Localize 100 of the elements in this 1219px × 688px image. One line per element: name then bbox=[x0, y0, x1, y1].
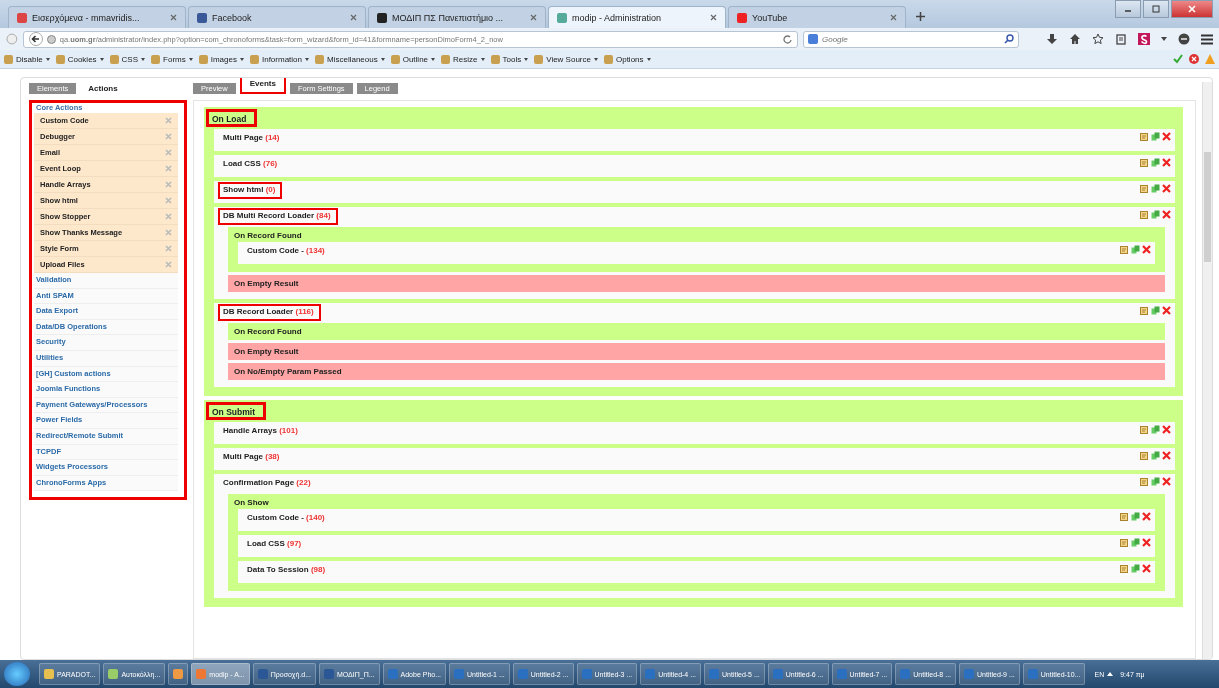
browser-tab[interactable]: ΜΟΔΙΠ ΠΣ Πανεπιστήμιο ... bbox=[368, 6, 546, 28]
action-row[interactable]: Multi Page (14) bbox=[214, 129, 1175, 151]
edit-icon[interactable] bbox=[1120, 245, 1129, 254]
browser-tab[interactable]: Facebook bbox=[188, 6, 366, 28]
taskbar-item[interactable] bbox=[168, 663, 189, 685]
close-icon[interactable] bbox=[170, 14, 177, 21]
action-title: Data To Session (98) bbox=[246, 564, 327, 576]
action-row[interactable]: Custom Code - (140) bbox=[238, 509, 1155, 531]
search-engine-icon[interactable] bbox=[808, 34, 818, 44]
toolbar-menu[interactable]: CSS bbox=[109, 54, 146, 64]
copy-icon[interactable] bbox=[1151, 451, 1160, 460]
edit-icon[interactable] bbox=[1120, 538, 1129, 547]
edit-icon[interactable] bbox=[1140, 158, 1149, 167]
copy-icon[interactable] bbox=[1151, 477, 1160, 486]
action-row[interactable]: DB Record Loader (116) On Record Found On Empty Result On No/Empty Param Passed bbox=[214, 303, 1175, 387]
copy-icon[interactable] bbox=[1151, 158, 1160, 167]
toolbar-menu[interactable]: View Source bbox=[534, 54, 598, 64]
action-row[interactable]: Confirmation Page (22) On Show Custom Code - (140) Load CSS (97) Data To Session (98) bbox=[214, 474, 1175, 598]
plus-icon[interactable] bbox=[916, 12, 925, 21]
home-icon[interactable] bbox=[1069, 33, 1081, 45]
action-title: Load CSS (97) bbox=[246, 538, 303, 550]
action-row[interactable]: Load CSS (97) bbox=[238, 535, 1155, 557]
delete-icon[interactable] bbox=[1162, 477, 1171, 486]
toolbar-menu[interactable]: Miscellaneous bbox=[315, 54, 385, 64]
toolbar-menu[interactable]: Resize bbox=[441, 54, 485, 64]
search-bar[interactable]: Google bbox=[803, 30, 1019, 48]
edit-icon[interactable] bbox=[1140, 210, 1149, 219]
action-row[interactable]: DB Multi Record Loader (84) On Record Found Custom Code - (134) On Empty Result bbox=[214, 207, 1175, 299]
toolbar-menu[interactable]: Cookies bbox=[55, 54, 104, 64]
delete-icon[interactable] bbox=[1142, 245, 1151, 254]
reload-icon[interactable] bbox=[783, 34, 792, 44]
minimize-button[interactable] bbox=[1115, 0, 1141, 18]
toolbar-menu[interactable]: Options bbox=[603, 54, 651, 64]
app-icon bbox=[964, 669, 975, 679]
copy-icon[interactable] bbox=[1151, 425, 1160, 434]
download-icon[interactable] bbox=[1046, 33, 1058, 45]
delete-icon[interactable] bbox=[1142, 538, 1151, 547]
delete-icon[interactable] bbox=[1162, 451, 1171, 460]
delete-icon[interactable] bbox=[1162, 306, 1171, 315]
edit-icon[interactable] bbox=[1120, 564, 1129, 573]
action-row[interactable]: Data To Session (98) bbox=[238, 561, 1155, 583]
close-icon[interactable] bbox=[530, 14, 537, 21]
back-icon[interactable] bbox=[28, 32, 43, 46]
action-row[interactable]: Multi Page (38) bbox=[214, 448, 1175, 470]
browser-tab[interactable]: Εισερχόμενα - mmavridis... bbox=[8, 6, 186, 28]
search-icon[interactable] bbox=[1004, 34, 1014, 44]
browser-tab[interactable]: modip - Administration bbox=[548, 6, 726, 28]
clipboard-icon[interactable] bbox=[1115, 33, 1127, 45]
action-row[interactable]: Custom Code - (134) bbox=[238, 242, 1155, 264]
copy-icon[interactable] bbox=[1131, 512, 1140, 521]
close-icon[interactable] bbox=[350, 14, 357, 21]
edit-icon[interactable] bbox=[1120, 512, 1129, 521]
delete-icon[interactable] bbox=[1162, 425, 1171, 434]
delete-icon[interactable] bbox=[1142, 512, 1151, 521]
tray-arrow-icon[interactable] bbox=[1107, 672, 1114, 676]
panel-tab[interactable]: Events bbox=[239, 78, 286, 94]
app-icon bbox=[108, 669, 119, 679]
edit-icon[interactable] bbox=[1140, 477, 1149, 486]
copy-icon[interactable] bbox=[1151, 306, 1160, 315]
scrollbar[interactable] bbox=[1202, 82, 1212, 659]
event-title: On No/Empty Param Passed bbox=[234, 367, 343, 376]
action-row[interactable]: Show html (0) bbox=[214, 181, 1175, 203]
action-title: Multi Page (14) bbox=[222, 132, 281, 144]
star-icon[interactable] bbox=[1092, 33, 1104, 45]
copy-icon[interactable] bbox=[1131, 538, 1140, 547]
close-icon[interactable] bbox=[890, 14, 897, 21]
delete-icon[interactable] bbox=[1162, 158, 1171, 167]
copy-icon[interactable] bbox=[1151, 132, 1160, 141]
edit-icon[interactable] bbox=[1140, 425, 1149, 434]
copy-icon[interactable] bbox=[1131, 245, 1140, 254]
copy-icon[interactable] bbox=[1131, 564, 1140, 573]
toolbar-menu[interactable]: Forms bbox=[151, 54, 193, 64]
copy-icon[interactable] bbox=[1151, 184, 1160, 193]
delete-icon[interactable] bbox=[1142, 564, 1151, 573]
edit-icon[interactable] bbox=[1140, 184, 1149, 193]
edit-icon[interactable] bbox=[1140, 451, 1149, 460]
edit-icon[interactable] bbox=[1140, 132, 1149, 141]
close-icon[interactable] bbox=[710, 14, 717, 21]
toolbar-menu[interactable]: Outline bbox=[390, 54, 436, 64]
action-title: Confirmation Page (22) bbox=[222, 477, 312, 489]
action-row[interactable]: Handle Arrays (101) bbox=[214, 422, 1175, 444]
caret-icon[interactable] bbox=[1161, 37, 1167, 41]
delete-icon[interactable] bbox=[1162, 210, 1171, 219]
event-title: On Show bbox=[234, 498, 270, 507]
close-button[interactable] bbox=[1171, 0, 1213, 18]
action-row[interactable]: Load CSS (76) bbox=[214, 155, 1175, 177]
toolbar-menu[interactable]: Information bbox=[249, 54, 309, 64]
maximize-button[interactable] bbox=[1143, 0, 1169, 18]
start-button[interactable] bbox=[4, 662, 30, 686]
toolbar-menu[interactable]: Images bbox=[198, 54, 244, 64]
browser-tab[interactable]: YouTube bbox=[728, 6, 906, 28]
toolbar-menu[interactable]: Disable bbox=[4, 54, 50, 64]
toolbar-menu[interactable]: Tools bbox=[490, 54, 529, 64]
copy-icon[interactable] bbox=[1151, 210, 1160, 219]
edit-icon[interactable] bbox=[1140, 306, 1149, 315]
app-icon bbox=[44, 669, 54, 679]
menu-icon[interactable] bbox=[1201, 33, 1213, 45]
extension-icon[interactable] bbox=[1138, 33, 1150, 45]
delete-icon[interactable] bbox=[1162, 132, 1171, 141]
delete-icon[interactable] bbox=[1162, 184, 1171, 193]
